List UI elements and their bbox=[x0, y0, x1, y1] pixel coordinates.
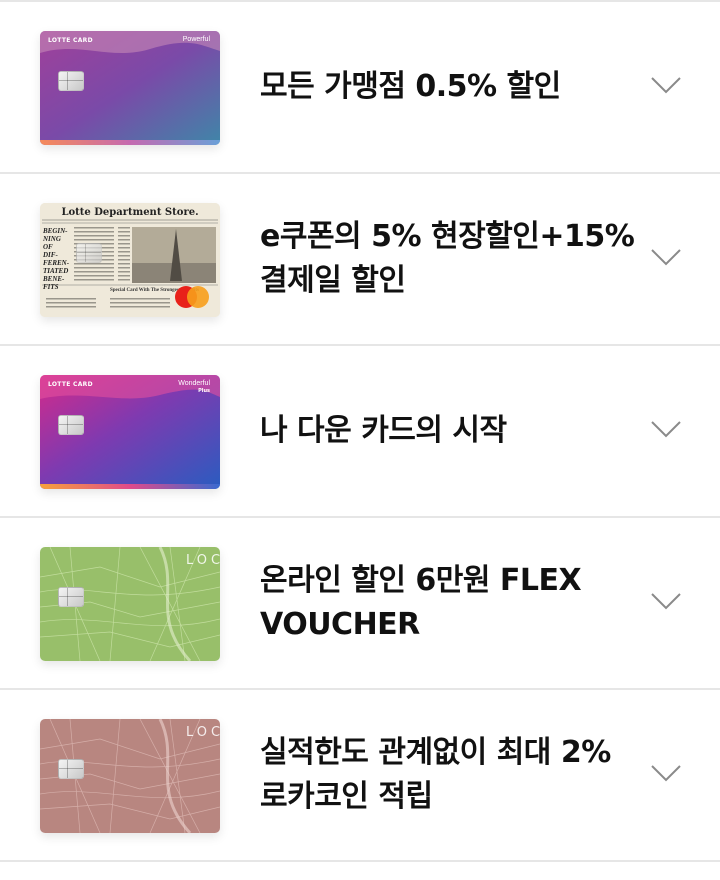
list-item[interactable]: LOTTE CARD Wonderful Plus 나 다운 카드의 시작 bbox=[0, 346, 720, 518]
loca-logo: LOCA bbox=[186, 725, 220, 740]
chevron-down-icon[interactable] bbox=[650, 413, 682, 445]
card-benefit-list: LOTTE CARD Powerful 모든 가맹점 0.5% 할인 Lotte… bbox=[0, 0, 720, 880]
list-item[interactable]: LOCA 실적한도 관계없이 최대 2% 로카코인 적립 bbox=[0, 690, 720, 862]
card-product: Powerful bbox=[182, 36, 210, 43]
card-image-powerful: LOTTE CARD Powerful bbox=[40, 31, 220, 145]
card-image-lotte-department: Lotte Department Store. BEGIN- NING OF D… bbox=[40, 203, 220, 317]
loca-logo: LOCA bbox=[186, 553, 220, 568]
card-brand: LOTTE CARD bbox=[48, 37, 93, 44]
chevron-down-icon[interactable] bbox=[650, 585, 682, 617]
card-image-wonderful: LOTTE CARD Wonderful Plus bbox=[40, 375, 220, 489]
benefit-title: 나 다운 카드의 시작 bbox=[260, 413, 507, 448]
card-brand: LOTTE CARD bbox=[48, 381, 93, 388]
chevron-down-icon[interactable] bbox=[650, 69, 682, 101]
card-image-loca-green: LOCA bbox=[40, 547, 220, 661]
chevron-down-icon[interactable] bbox=[650, 241, 682, 273]
chip-icon bbox=[58, 587, 84, 607]
chip-icon bbox=[58, 415, 84, 435]
benefit-title: e쿠폰의 5% 현장할인+15% 결제일 할인 bbox=[260, 219, 635, 298]
mastercard-logo-icon bbox=[175, 286, 215, 310]
card-image-loca-rose: LOCA bbox=[40, 719, 220, 833]
chip-icon bbox=[58, 71, 84, 91]
benefit-title: 실적한도 관계없이 최대 2% 로카코인 적립 bbox=[260, 735, 611, 814]
chip-icon bbox=[58, 759, 84, 779]
list-item[interactable]: Lotte Department Store. BEGIN- NING OF D… bbox=[0, 174, 720, 346]
card-side-text: BEGIN- NING OF DIF- FEREN- TIATED BENE- … bbox=[43, 227, 70, 291]
card-masthead: Lotte Department Store. bbox=[61, 207, 199, 218]
list-item[interactable]: LOCA 온라인 할인 6만원 FLEX VOUCHER bbox=[0, 518, 720, 690]
chevron-down-icon[interactable] bbox=[650, 757, 682, 789]
card-product-sub: Plus bbox=[198, 388, 210, 394]
chip-icon bbox=[76, 243, 102, 263]
benefit-title: 모든 가맹점 0.5% 할인 bbox=[260, 69, 561, 104]
list-item[interactable]: LOTTE CARD Powerful 모든 가맹점 0.5% 할인 bbox=[0, 2, 720, 174]
card-product: Wonderful bbox=[178, 380, 210, 387]
benefit-title: 온라인 할인 6만원 FLEX VOUCHER bbox=[260, 563, 582, 642]
